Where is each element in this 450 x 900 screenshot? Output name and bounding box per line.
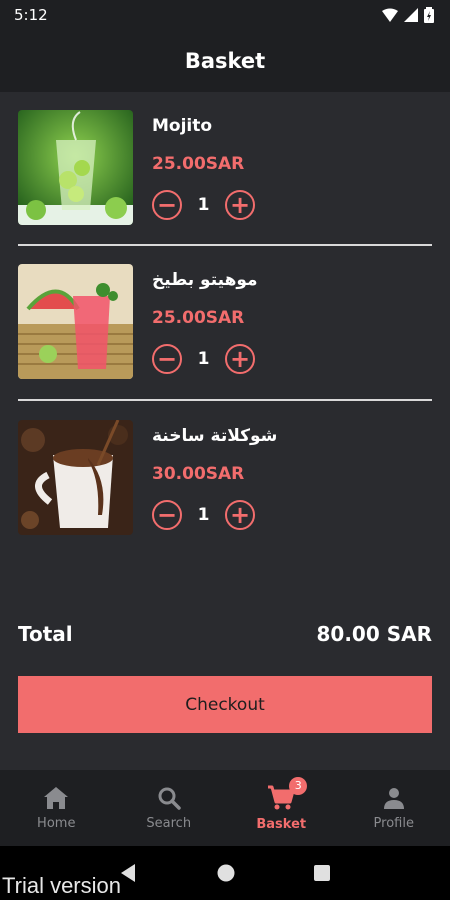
nav-label: Search [146,815,192,831]
nav-item-basket[interactable]: 3 Basket [225,770,338,846]
page-title: Basket [184,49,266,73]
divider [18,399,432,401]
quantity-stepper: − 1 + [152,344,255,374]
quantity-value: 1 [197,505,210,525]
status-time: 5:12 [14,6,48,24]
back-icon[interactable] [119,863,139,883]
minus-icon: − [156,345,178,373]
nav-label: Basket [256,816,307,832]
signal-icon [404,8,418,22]
divider [18,244,432,246]
status-bar: 5:12 [0,0,450,30]
item-name: Mojito [152,116,213,136]
minus-icon: − [156,191,178,219]
cart-icon-wrap: 3 [267,776,308,811]
item-name: شوكلاتة ساخنة [152,426,278,446]
increase-button[interactable]: + [225,500,255,530]
app-bar: Basket [0,30,450,92]
total-label: Total [18,622,73,646]
basket-item: شوكلاتة ساخنة 30.00SAR − 1 + [18,420,432,540]
trial-watermark: Trial version [2,873,121,898]
home-circle-icon[interactable] [216,863,236,883]
wifi-icon [382,8,398,22]
recents-icon[interactable] [313,864,331,882]
person-icon [383,787,404,809]
nav-item-search[interactable]: Search [113,770,226,846]
quantity-stepper: − 1 + [152,500,255,530]
basket-list: Mojito 25.00SAR − 1 + موهيتو بطيخ 25.00S… [0,92,450,770]
hot-chocolate-photo [18,420,133,535]
minus-icon: − [156,501,178,529]
increase-button[interactable]: + [225,190,255,220]
plus-icon: + [229,501,251,529]
quantity-value: 1 [197,349,210,369]
checkout-button[interactable]: Checkout [18,676,432,733]
total-value: 80.00 SAR [316,622,432,646]
nav-label: Profile [373,815,414,831]
battery-icon [424,7,434,23]
basket-item: موهيتو بطيخ 25.00SAR − 1 + [18,264,432,384]
checkout-label: Checkout [185,694,265,715]
mojito-drink-photo [18,110,133,225]
nav-item-profile[interactable]: Profile [338,770,450,846]
item-name: موهيتو بطيخ [152,270,258,290]
quantity-stepper: − 1 + [152,190,255,220]
decrease-button[interactable]: − [152,344,182,374]
plus-icon: + [229,345,251,373]
item-price: 25.00SAR [152,154,245,174]
watermelon-mojito-photo [18,264,133,379]
home-icon [44,786,69,809]
cart-count-badge: 3 [289,776,308,795]
nav-label: Home [37,815,76,831]
increase-button[interactable]: + [225,344,255,374]
basket-item: Mojito 25.00SAR − 1 + [18,110,432,230]
nav-item-home[interactable]: Home [0,770,113,846]
bottom-nav: Home Search 3 Basket Profile [0,770,450,846]
plus-icon: + [229,191,251,219]
decrease-button[interactable]: − [152,500,182,530]
decrease-button[interactable]: − [152,190,182,220]
quantity-value: 1 [197,195,210,215]
item-price: 25.00SAR [152,308,245,328]
total-row: Total 80.00 SAR [18,622,432,646]
search-icon [158,787,181,810]
status-icons [382,7,434,23]
item-price: 30.00SAR [152,464,245,484]
